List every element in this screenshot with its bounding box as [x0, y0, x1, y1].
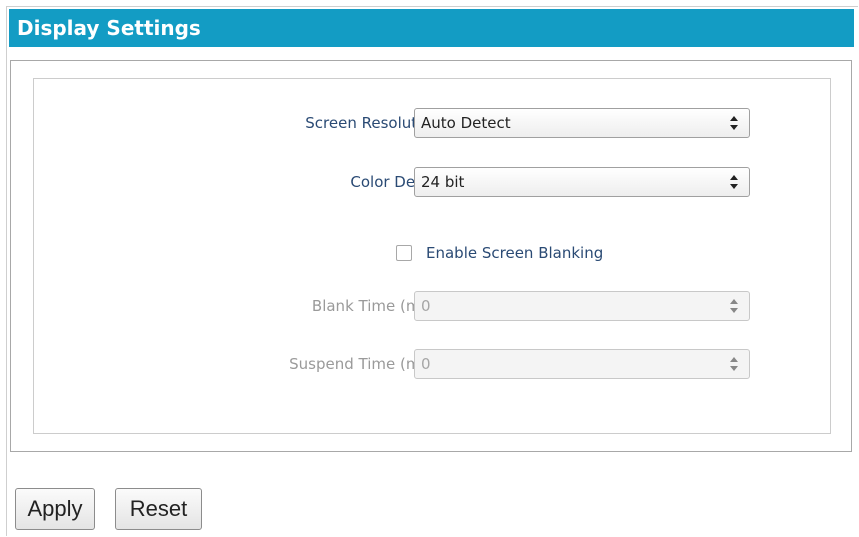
screen-resolution-select[interactable]: Auto Detect [414, 108, 750, 138]
updown-arrow-icon [729, 297, 739, 315]
blank-time-value: 0 [421, 297, 431, 315]
suspend-time-select[interactable]: 0 [414, 349, 750, 379]
settings-panel: Screen Resolution Auto Detect Color Dept… [10, 60, 852, 452]
updown-arrow-icon [729, 355, 739, 373]
apply-button[interactable]: Apply [15, 488, 95, 530]
screen-resolution-row: Screen Resolution Auto Detect [34, 108, 830, 138]
blank-time-select[interactable]: 0 [414, 291, 750, 321]
section-header: Display Settings [9, 9, 854, 47]
blank-time-row: Blank Time (min) 0 [34, 291, 830, 321]
color-depth-row: Color Depth 24 bit [34, 167, 830, 197]
screen-blanking-label: Enable Screen Blanking [426, 244, 604, 262]
suspend-time-value: 0 [421, 355, 431, 373]
settings-form: Screen Resolution Auto Detect Color Dept… [33, 78, 831, 434]
screen-blanking-checkbox[interactable] [396, 245, 412, 261]
color-depth-value: 24 bit [421, 173, 465, 191]
updown-arrow-icon [729, 173, 739, 191]
color-depth-select[interactable]: 24 bit [414, 167, 750, 197]
reset-button[interactable]: Reset [115, 488, 202, 530]
section-title: Display Settings [17, 16, 201, 40]
suspend-time-row: Suspend Time (min) 0 [34, 349, 830, 379]
updown-arrow-icon [729, 114, 739, 132]
screen-resolution-value: Auto Detect [421, 114, 511, 132]
